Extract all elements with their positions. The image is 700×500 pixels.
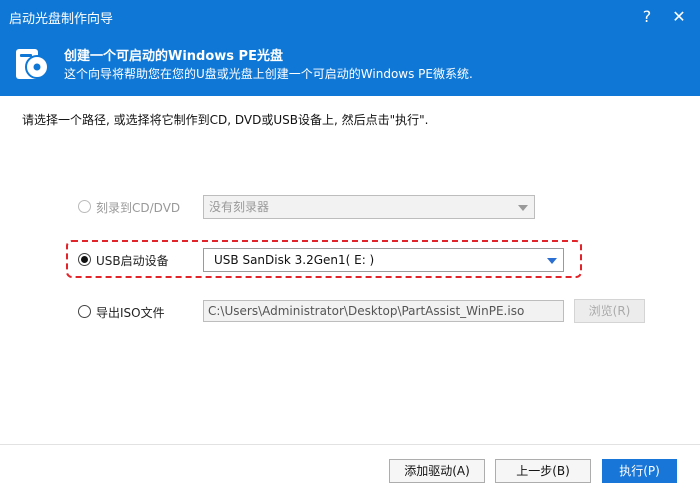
cd-dvd-radio — [78, 200, 91, 213]
iso-path-input[interactable]: C:\Users\Administrator\Desktop\PartAssis… — [203, 300, 564, 322]
wizard-header: 创建一个可启动的Windows PE光盘 这个向导将帮助您在您的U盘或光盘上创建… — [0, 34, 700, 96]
title-bar: 启动光盘制作向导 ? ✕ — [0, 0, 700, 34]
option-cd-dvd: 刻录到CD/DVD — [78, 195, 188, 219]
help-icon[interactable]: ? — [635, 5, 659, 29]
chevron-down-icon[interactable] — [547, 258, 557, 264]
burner-select-value: 没有刻录器 — [209, 200, 270, 214]
footer-divider — [0, 444, 700, 445]
burner-select: 没有刻录器 — [203, 195, 535, 219]
instruction-text: 请选择一个路径, 或选择将它制作到CD, DVD或USB设备上, 然后点击"执行… — [22, 113, 429, 127]
iso-label[interactable]: 导出ISO文件 — [96, 304, 165, 321]
usb-device-value: USB SanDisk 3.2Gen1( E: ) — [214, 253, 375, 267]
iso-radio[interactable] — [78, 305, 91, 318]
cd-dvd-label: 刻录到CD/DVD — [96, 201, 181, 215]
header-subtitle: 这个向导将帮助您在您的U盘或光盘上创建一个可启动的Windows PE微系统. — [64, 67, 473, 81]
add-driver-button[interactable]: 添加驱动(A) — [389, 459, 485, 483]
browse-button[interactable]: 浏览(R) — [574, 299, 645, 323]
header-title: 创建一个可启动的Windows PE光盘 — [64, 49, 283, 64]
disc-logo-icon — [16, 49, 49, 79]
window-title: 启动光盘制作向导 — [9, 12, 114, 27]
usb-device-select[interactable]: USB SanDisk 3.2Gen1( E: ) — [203, 248, 564, 272]
execute-button[interactable]: 执行(P) — [602, 459, 677, 483]
usb-radio[interactable] — [78, 253, 91, 266]
usb-label[interactable]: USB启动设备 — [96, 252, 169, 269]
close-icon[interactable]: ✕ — [667, 5, 691, 29]
back-button[interactable]: 上一步(B) — [495, 459, 591, 483]
option-iso[interactable]: 导出ISO文件 — [78, 300, 178, 324]
option-usb[interactable]: USB启动设备 — [78, 248, 178, 272]
chevron-down-icon — [518, 205, 528, 211]
